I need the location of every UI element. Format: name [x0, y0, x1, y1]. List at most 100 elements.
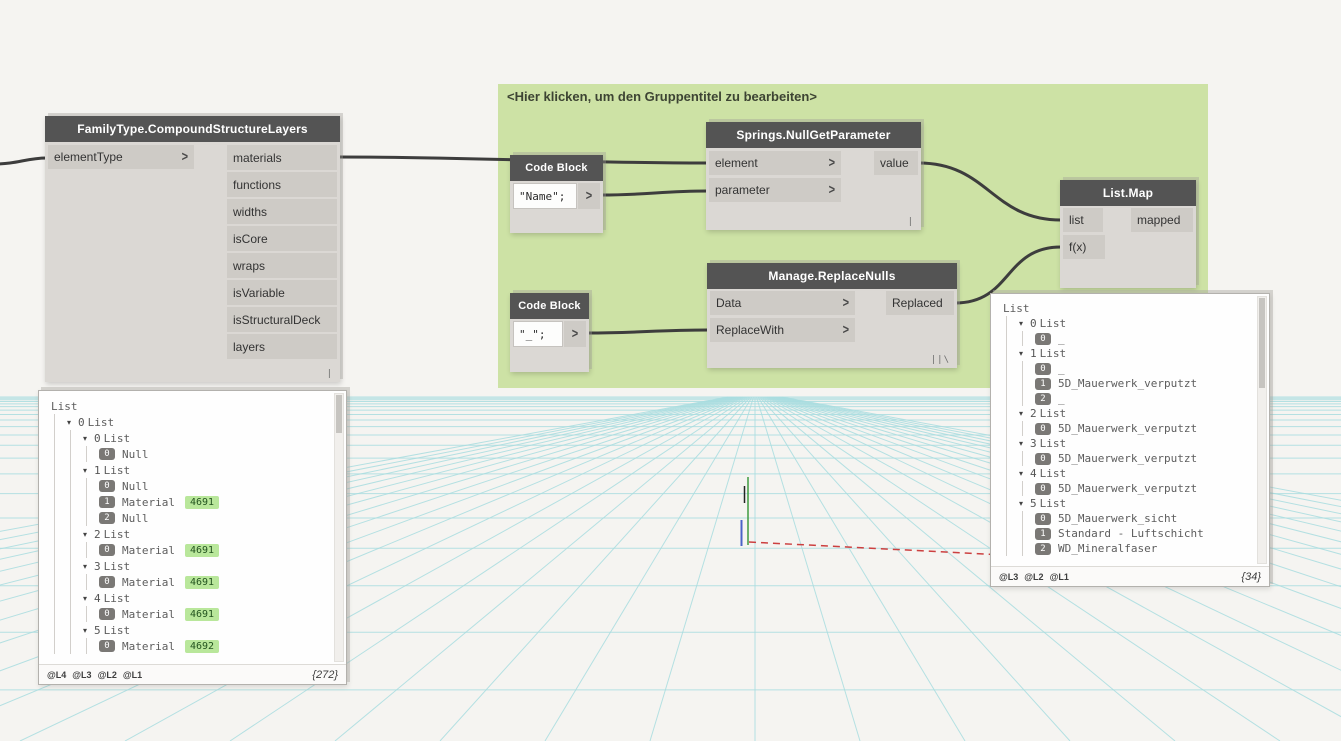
output-port-functions[interactable]: functions — [227, 172, 337, 197]
preview-list-row[interactable]: ▾ 5 List — [995, 496, 1255, 511]
input-port-parameter[interactable]: parameter > — [709, 178, 841, 202]
code-block-editor[interactable]: "Name"; — [513, 183, 577, 209]
preview-item-row[interactable]: 0 Material 4691 — [43, 542, 332, 558]
output-port-iscore[interactable]: isCore — [227, 226, 337, 251]
preview-item-row[interactable]: 0 Material 4692 — [43, 638, 332, 654]
preview-item-row[interactable]: 2 _ — [995, 391, 1255, 406]
preview-item-row[interactable]: 0 Null — [43, 446, 332, 462]
preview-item-row[interactable]: 1 Material 4691 — [43, 494, 332, 510]
preview-list-row[interactable]: ▾ 0 List — [995, 316, 1255, 331]
node-code-block-underscore[interactable]: Code Block "_"; > — [510, 293, 589, 372]
input-port-fx[interactable]: f(x) — [1063, 235, 1105, 259]
lacing-indicator[interactable]: | — [327, 369, 333, 379]
preview-list-row[interactable]: ▾ 1 List — [43, 462, 332, 478]
preview-list-row[interactable]: ▾ 0 List — [43, 414, 332, 430]
scrollbar[interactable] — [1257, 296, 1267, 564]
dynamo-canvas[interactable]: <Hier klicken, um den Gruppentitel zu be… — [0, 0, 1341, 741]
node-header[interactable]: Manage.ReplaceNulls — [707, 263, 957, 289]
node-manage-replacenulls[interactable]: Manage.ReplaceNulls Data > ReplaceWith >… — [707, 263, 957, 368]
lacing-indicator[interactable]: | — [908, 217, 914, 227]
expander-icon[interactable]: ▾ — [1019, 409, 1028, 418]
output-port-codeblock[interactable]: > — [578, 183, 600, 209]
output-port-isvariable[interactable]: isVariable — [227, 280, 337, 305]
preview-item-row[interactable]: 2 Null — [43, 510, 332, 526]
level-badge[interactable]: @L4 — [47, 670, 66, 680]
tree-guide-line — [1006, 526, 1007, 541]
input-port-replacewith[interactable]: ReplaceWith > — [710, 318, 855, 342]
level-badge[interactable]: @L1 — [123, 670, 142, 680]
preview-item-row[interactable]: 2 WD_Mineralfaser — [995, 541, 1255, 556]
node-familytype-compoundstructurelayers[interactable]: FamilyType.CompoundStructureLayers eleme… — [45, 116, 340, 382]
expander-icon[interactable]: ▾ — [67, 418, 76, 427]
preview-list-row[interactable]: ▾ 2 List — [995, 406, 1255, 421]
level-badge[interactable]: @L3 — [72, 670, 91, 680]
code-block-editor[interactable]: "_"; — [513, 321, 563, 347]
preview-list-row[interactable]: ▾ 4 List — [995, 466, 1255, 481]
node-list-map[interactable]: List.Map list f(x) mapped — [1060, 180, 1196, 288]
scrollbar[interactable] — [334, 393, 344, 662]
output-port-isstructuraldeck[interactable]: isStructuralDeck — [227, 307, 337, 332]
input-port-data[interactable]: Data > — [710, 291, 855, 315]
output-port-replaced[interactable]: Replaced — [886, 291, 954, 315]
expander-icon[interactable]: ▾ — [1019, 499, 1028, 508]
output-port-widths[interactable]: widths — [227, 199, 337, 224]
input-port-list[interactable]: list — [1063, 208, 1103, 232]
preview-item-row[interactable]: 0 5D_Mauerwerk_sicht — [995, 511, 1255, 526]
output-port-materials[interactable]: materials — [227, 145, 337, 170]
level-badge[interactable]: @L1 — [1050, 572, 1069, 582]
node-header[interactable]: List.Map — [1060, 180, 1196, 206]
expander-icon[interactable]: ▾ — [1019, 439, 1028, 448]
input-port-elementtype[interactable]: elementType > — [48, 145, 194, 169]
expander-icon[interactable]: ▾ — [1019, 319, 1028, 328]
preview-tree: List ▾ 0 List ▾ 0 List 0 Null ▾ 1 List 0 Null 1 Materia… — [43, 393, 332, 662]
level-badge[interactable]: @L2 — [1024, 572, 1043, 582]
group-title[interactable]: <Hier klicken, um den Gruppentitel zu be… — [498, 84, 1208, 109]
preview-list-row[interactable]: ▾ 0 List — [43, 430, 332, 446]
preview-item-row[interactable]: 0 5D_Mauerwerk_verputzt — [995, 451, 1255, 466]
preview-item-row[interactable]: 0 5D_Mauerwerk_verputzt — [995, 481, 1255, 496]
output-port-value[interactable]: value — [874, 151, 918, 175]
preview-item-row[interactable]: 0 _ — [995, 331, 1255, 346]
preview-bubble-listmap[interactable]: List ▾ 0 List 0 _ ▾ 1 List 0 _ 1 5D_Mauerwerk_verput… — [990, 293, 1270, 587]
preview-list-row[interactable]: ▾ 3 List — [995, 436, 1255, 451]
node-header[interactable]: Springs.NullGetParameter — [706, 122, 921, 148]
scrollbar-thumb[interactable] — [336, 395, 342, 433]
item-value: Standard - Luftschicht — [1058, 527, 1204, 540]
expander-icon[interactable]: ▾ — [83, 594, 92, 603]
expander-icon[interactable]: ▾ — [1019, 469, 1028, 478]
scrollbar-thumb[interactable] — [1259, 298, 1265, 388]
preview-item-row[interactable]: 0 Null — [43, 478, 332, 494]
preview-list-row[interactable]: ▾ 3 List — [43, 558, 332, 574]
preview-list-row[interactable]: ▾ 2 List — [43, 526, 332, 542]
lacing-indicator[interactable]: ||\ — [931, 355, 950, 365]
preview-item-row[interactable]: 1 Standard - Luftschicht — [995, 526, 1255, 541]
preview-item-row[interactable]: 0 5D_Mauerwerk_verputzt — [995, 421, 1255, 436]
input-port-element[interactable]: element > — [709, 151, 841, 175]
preview-list-row[interactable]: ▾ 5 List — [43, 622, 332, 638]
output-port-codeblock[interactable]: > — [564, 321, 586, 347]
expander-icon[interactable]: ▾ — [83, 626, 92, 635]
output-port-wraps[interactable]: wraps — [227, 253, 337, 278]
preview-list-row[interactable]: ▾ 1 List — [995, 346, 1255, 361]
expander-icon[interactable]: ▾ — [83, 434, 92, 443]
level-badge[interactable]: @L2 — [98, 670, 117, 680]
preview-item-row[interactable]: 0 Material 4691 — [43, 574, 332, 590]
expander-icon[interactable]: ▾ — [1019, 349, 1028, 358]
preview-bubble-familytype[interactable]: List ▾ 0 List ▾ 0 List 0 Null ▾ 1 List 0 Null 1 Materia… — [38, 390, 347, 685]
preview-item-row[interactable]: 0 Material 4691 — [43, 606, 332, 622]
preview-item-row[interactable]: 0 _ — [995, 361, 1255, 376]
preview-list-row[interactable]: ▾ 4 List — [43, 590, 332, 606]
expander-icon[interactable]: ▾ — [83, 466, 92, 475]
output-port-mapped[interactable]: mapped — [1131, 208, 1193, 232]
expander-icon[interactable]: ▾ — [83, 562, 92, 571]
node-header[interactable]: Code Block — [510, 155, 603, 181]
node-header[interactable]: Code Block — [510, 293, 589, 319]
expander-icon[interactable]: ▾ — [83, 530, 92, 539]
node-header[interactable]: FamilyType.CompoundStructureLayers — [45, 116, 340, 142]
node-springs-nullgetparameter[interactable]: Springs.NullGetParameter element > param… — [706, 122, 921, 230]
tree-guide-line — [1022, 421, 1023, 436]
output-port-layers[interactable]: layers — [227, 334, 337, 359]
node-code-block-name[interactable]: Code Block "Name"; > — [510, 155, 603, 233]
preview-item-row[interactable]: 1 5D_Mauerwerk_verputzt — [995, 376, 1255, 391]
level-badge[interactable]: @L3 — [999, 572, 1018, 582]
